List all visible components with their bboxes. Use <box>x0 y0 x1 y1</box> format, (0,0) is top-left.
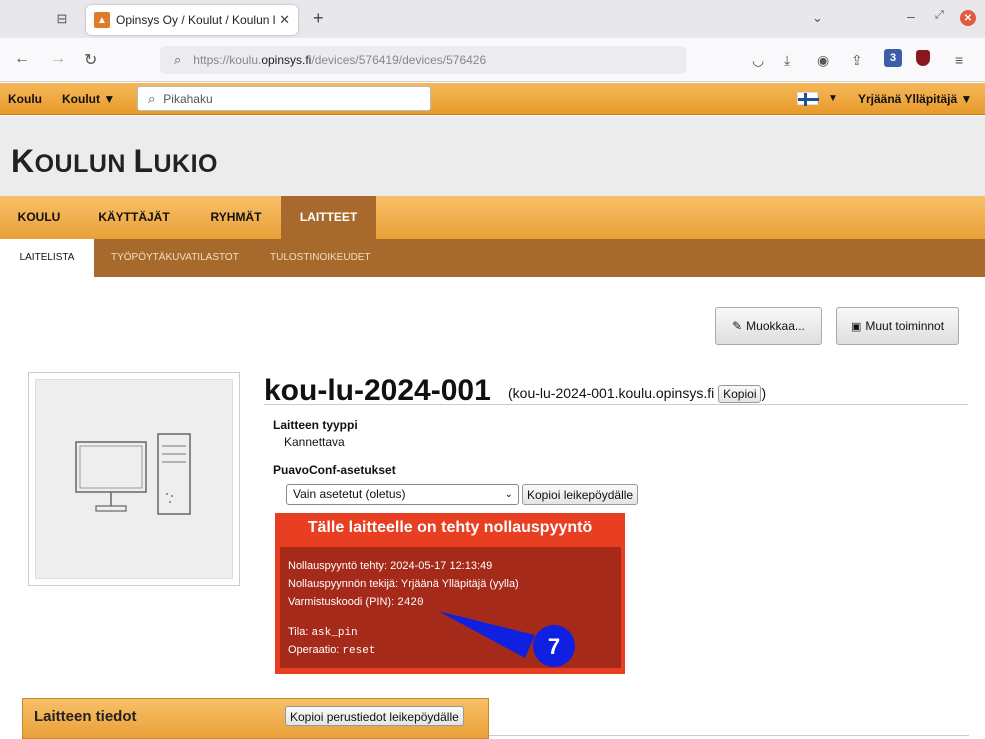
other-actions-label: Muut toiminnot <box>865 319 945 333</box>
puavoconf-label: PuavoConf-asetukset <box>273 463 396 477</box>
divider <box>264 404 968 405</box>
desktop-computer-icon <box>35 379 233 579</box>
close-tab-icon[interactable]: ✕ <box>279 12 290 28</box>
url-bar[interactable]: ⌕ https://koulu.opinsys.fi/devices/57641… <box>160 46 686 74</box>
school-header: KOULUN LUKIO <box>0 116 985 196</box>
home-link[interactable]: Koulu <box>8 92 42 106</box>
sub-navigation: LAITELISTA TYÖPÖYTÄKUVATILASTOT TULOSTIN… <box>0 239 985 277</box>
url-text: https://koulu.opinsys.fi/devices/576419/… <box>193 53 487 67</box>
puavoconf-select[interactable]: Vain asetetut (oletus) ⌄ <box>286 484 519 505</box>
puavoconf-select-value: Vain asetetut (oletus) <box>293 487 406 501</box>
back-icon[interactable]: ← <box>14 50 30 68</box>
device-info-panel: Laitteen tiedot Kopioi perustiedot leike… <box>22 698 489 739</box>
reset-heading: Tälle laitteelle on tehty nollauspyyntö <box>307 519 593 536</box>
divider <box>489 735 969 736</box>
reset-operation: Operaatio: reset <box>288 644 376 657</box>
reset-pin: Varmistuskoodi (PIN): 2420 <box>288 596 424 609</box>
account-icon[interactable]: ◉ <box>817 52 829 69</box>
finnish-flag-icon[interactable] <box>797 92 819 106</box>
pocket-icon[interactable]: ◡ <box>752 52 764 69</box>
copy-fqdn-button[interactable]: Kopioi <box>718 385 762 403</box>
device-info-title: Laitteen tiedot <box>34 708 137 725</box>
download-icon[interactable]: ⤓ <box>784 52 790 69</box>
forward-icon[interactable]: → <box>50 50 66 68</box>
reload-icon[interactable]: ↻ <box>84 50 97 70</box>
tab-title: Opinsys Oy / Koulut / Koulun lu <box>116 13 276 27</box>
pencil-icon: ✎ <box>732 319 743 333</box>
reset-state: Tila: ask_pin <box>288 626 358 639</box>
edit-button-label: Muokkaa... <box>746 319 805 333</box>
reset-requester: Nollauspyynnön tekijä: Yrjäänä Ylläpitäj… <box>288 578 519 590</box>
favicon-icon: ▲ <box>94 12 110 28</box>
main-navigation: KOULU KÄYTTÄJÄT RYHMÄT LAITTEET <box>0 196 985 239</box>
menu-icon[interactable]: ≡ <box>955 52 963 68</box>
reset-requested: Nollauspyyntö tehty: 2024-05-17 12:13:49 <box>288 560 493 572</box>
quick-search-input[interactable]: ⌕ Pikahaku <box>137 86 431 111</box>
schools-menu[interactable]: Koulut ▼ <box>62 92 115 106</box>
device-fqdn: (kou-lu-2024-001.koulu.opinsys.fi Kopioi… <box>508 385 766 403</box>
search-icon: ⌕ <box>174 52 182 67</box>
restore-icon[interactable]: ⤢ <box>935 9 944 22</box>
close-window-icon[interactable]: ✕ <box>960 10 976 26</box>
subtab-device-list[interactable]: LAITELISTA <box>0 239 94 277</box>
device-type-value: Kannettava <box>284 435 345 449</box>
school-title: KOULUN LUKIO <box>11 143 218 179</box>
copy-basic-info-button[interactable]: Kopioi perustiedot leikepöydälle <box>285 706 464 726</box>
extension-badge-icon[interactable]: 3 <box>884 49 902 67</box>
edit-button[interactable]: ✎ Muokkaa... <box>715 307 822 345</box>
subtab-image-stats[interactable]: TYÖPÖYTÄKUVATILASTOT <box>111 239 239 277</box>
browser-nav-bar: ← → ↻ ⌕ https://koulu.opinsys.fi/devices… <box>0 38 985 82</box>
chevron-down-icon: ⌄ <box>504 489 513 500</box>
search-icon: ⌕ <box>148 90 156 106</box>
copy-clipboard-button[interactable]: Kopioi leikepöydälle <box>522 484 639 505</box>
tab-devices[interactable]: LAITTEET <box>281 196 376 239</box>
tab-koulu[interactable]: KOULU <box>7 196 71 239</box>
chevron-down-icon[interactable]: ⌄ <box>812 10 823 26</box>
fqdn-close: ) <box>761 385 767 401</box>
subtab-printer-permissions[interactable]: TULOSTINOIKEUDET <box>270 239 371 277</box>
other-actions-button[interactable]: ▣ Muut toiminnot <box>836 307 959 345</box>
ublock-icon[interactable] <box>916 50 930 66</box>
user-menu[interactable]: Yrjäänä Ylläpitäjä ▼ <box>858 92 972 106</box>
minimize-icon[interactable]: – <box>907 8 915 24</box>
device-type-label: Laitteen tyyppi <box>273 418 358 432</box>
tab-list-icon[interactable]: ⊟ <box>53 10 71 28</box>
language-caret[interactable]: ▼ <box>828 93 838 104</box>
reset-request-panel: Tälle laitteelle on tehty nollauspyyntö … <box>275 513 625 674</box>
tab-groups[interactable]: RYHMÄT <box>196 196 276 239</box>
tab-users[interactable]: KÄYTTÄJÄT <box>86 196 182 239</box>
device-image-frame <box>28 372 240 586</box>
fqdn-text: (kou-lu-2024-001.koulu.opinsys.fi <box>508 385 715 401</box>
dropdown-box-icon: ▣ <box>850 320 862 333</box>
browser-tab-bar: ⊟ ▲ Opinsys Oy / Koulut / Koulun lu ✕ + … <box>0 0 985 38</box>
share-icon[interactable]: ⇪ <box>851 52 863 69</box>
reset-details: Nollauspyyntö tehty: 2024-05-17 12:13:49… <box>280 547 621 668</box>
app-top-bar: Koulu Koulut ▼ ⌕ Pikahaku ▼ Yrjäänä Yllä… <box>0 83 985 115</box>
new-tab-icon[interactable]: + <box>313 8 324 29</box>
search-placeholder: Pikahaku <box>163 91 213 106</box>
browser-tab[interactable]: ▲ Opinsys Oy / Koulut / Koulun lu ✕ <box>86 5 298 35</box>
device-hostname: kou-lu-2024-001 <box>264 374 491 407</box>
